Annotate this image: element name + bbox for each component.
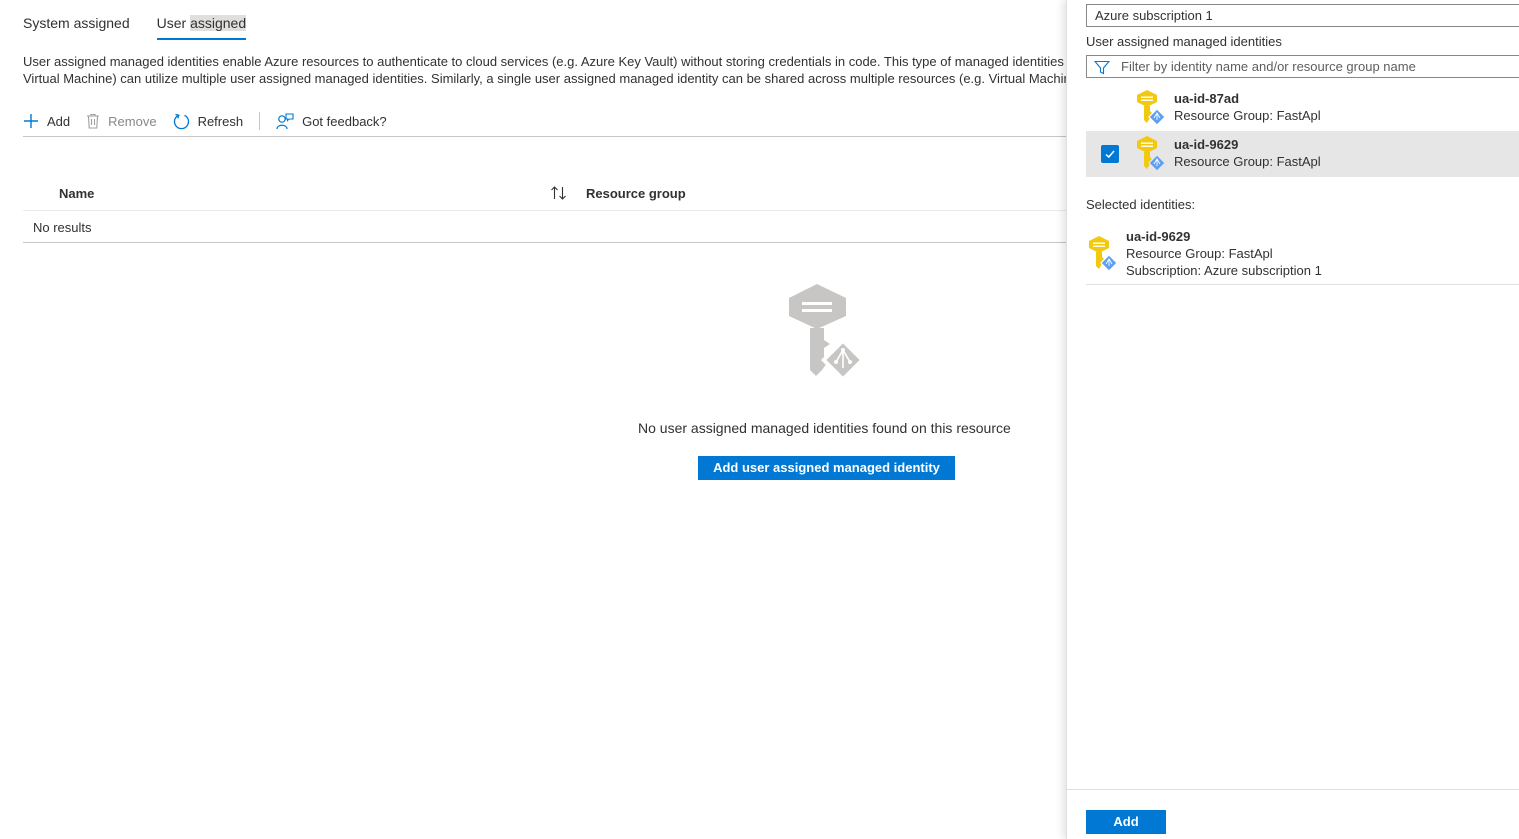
add-button[interactable]: Add: [23, 107, 70, 135]
identity-list-item-ua-id-9629[interactable]: ua-id-9629 Resource Group: FastApl: [1086, 131, 1519, 177]
no-results-text: No results: [33, 220, 92, 235]
identity-tabs: System assigned User assigned: [23, 10, 273, 40]
grid-empty-row: No results: [23, 211, 1066, 243]
checkmark-icon: [1105, 150, 1115, 159]
sort-arrows-icon[interactable]: [550, 185, 568, 201]
remove-button-label: Remove: [108, 113, 157, 129]
plus-icon: [24, 114, 38, 128]
subscription-dropdown-value: Azure subscription 1: [1095, 8, 1213, 23]
selected-identities-label: Selected identities:: [1086, 197, 1196, 212]
selected-identity-name: ua-id-9629: [1126, 229, 1191, 244]
tab-system-assigned-label: System assigned: [23, 15, 130, 31]
empty-state-message: No user assigned managed identities foun…: [638, 420, 1011, 436]
add-identity-panel: Azure subscription 1 User assigned manag…: [1066, 0, 1519, 839]
identity-resource-group: Resource Group: FastApl: [1174, 108, 1321, 123]
feedback-button-label: Got feedback?: [302, 113, 387, 129]
identity-blade: System assigned User assigned User assig…: [0, 0, 1066, 839]
identity-filter-input[interactable]: [1121, 58, 1511, 75]
feedback-button[interactable]: Got feedback?: [276, 107, 387, 135]
managed-identity-key-icon: [1137, 90, 1166, 126]
tab-user-assigned-label-part2: assigned: [190, 15, 247, 31]
add-user-assigned-identity-button[interactable]: Add user assigned managed identity: [698, 456, 955, 480]
identity-filter-box[interactable]: [1086, 55, 1519, 78]
trash-icon: [87, 113, 100, 129]
managed-identity-key-icon: [1089, 236, 1118, 272]
tab-user-assigned-label-part1: User: [156, 15, 191, 31]
description: User assigned managed identities enable …: [23, 53, 1066, 87]
identity-resource-group: Resource Group: FastApl: [1174, 154, 1321, 169]
remove-button[interactable]: Remove: [86, 107, 157, 135]
command-bar: Add Remove Refresh Got feedback?: [23, 106, 1066, 137]
refresh-button-label: Refresh: [197, 113, 244, 129]
filter-funnel-icon: [1094, 60, 1110, 75]
tab-system-assigned[interactable]: System assigned: [23, 10, 130, 40]
panel-footer-divider: [1067, 789, 1519, 790]
tab-user-assigned[interactable]: User assigned: [156, 10, 247, 40]
refresh-button[interactable]: Refresh: [173, 107, 244, 135]
panel-add-button[interactable]: Add: [1086, 810, 1166, 834]
managed-identity-key-icon: [789, 284, 865, 382]
identity-list-item-ua-id-87ad[interactable]: ua-id-87ad Resource Group: FastApl: [1086, 85, 1519, 131]
add-button-label: Add: [47, 113, 71, 129]
description-line-2: Virtual Machine) can utilize multiple us…: [23, 71, 1066, 86]
selected-identity-subscription: Subscription: Azure subscription 1: [1126, 263, 1322, 278]
selected-identity-resource-group: Resource Group: FastApl: [1126, 246, 1273, 261]
grid-header: Name Resource group: [23, 176, 1066, 211]
toolbar-divider: [259, 112, 261, 130]
column-header-resource-group[interactable]: Resource group: [586, 186, 686, 201]
identity-name: ua-id-9629: [1174, 137, 1239, 152]
identity-name: ua-id-87ad: [1174, 91, 1240, 106]
feedback-person-icon: [276, 112, 294, 129]
refresh-icon: [173, 113, 189, 129]
identities-label: User assigned managed identities: [1086, 34, 1282, 49]
description-line-1: User assigned managed identities enable …: [23, 54, 1066, 69]
column-header-name[interactable]: Name: [59, 186, 94, 201]
subscription-dropdown[interactable]: Azure subscription 1: [1086, 4, 1519, 27]
selected-identity-ua-id-9629: ua-id-9629 Resource Group: FastApl Subsc…: [1086, 227, 1519, 285]
managed-identity-key-icon: [1137, 136, 1166, 172]
identity-checkbox-checked[interactable]: [1101, 145, 1119, 163]
